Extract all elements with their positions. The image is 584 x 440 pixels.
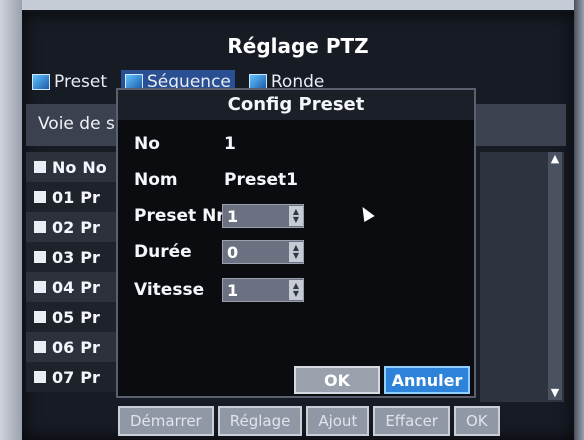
preset-number-stepper[interactable]: 1 ▲ ▼	[222, 204, 304, 228]
settings-button[interactable]: Réglage	[217, 406, 303, 436]
name-label: Nom	[134, 170, 178, 190]
preset-number-value: 1	[227, 206, 239, 226]
list-scrollbar[interactable]: ▲ ▼	[548, 152, 562, 400]
row-number: 04	[52, 277, 75, 297]
list-item[interactable]: 04 Pr	[26, 272, 126, 302]
speed-stepper[interactable]: 1 ▲ ▼	[222, 278, 304, 302]
row-checkbox[interactable]	[34, 371, 46, 383]
speed-value: 1	[227, 280, 239, 300]
window-title: Réglage PTZ	[227, 34, 369, 58]
row-number: 01	[52, 187, 75, 207]
row-number: 05	[52, 307, 75, 327]
config-preset-dialog: Config Preset No 1 Nom Preset1 Preset Nr…	[116, 88, 476, 398]
row-checkbox[interactable]	[34, 191, 46, 203]
scroll-up-icon[interactable]: ▲	[548, 152, 562, 166]
duration-label: Durée	[134, 242, 192, 262]
row-number: 07	[52, 367, 75, 387]
row-name: Pr	[80, 187, 100, 207]
preset-list: No No 01 Pr 02 Pr 03 Pr 04 Pr 05 Pr 06 P…	[26, 152, 126, 394]
row-name: Pr	[80, 277, 100, 297]
monitor-bezel-right	[574, 0, 584, 440]
row-checkbox[interactable]	[34, 281, 46, 293]
list-item[interactable]: 05 Pr	[26, 302, 126, 332]
duration-stepper[interactable]: 0 ▲ ▼	[222, 240, 304, 264]
list-item[interactable]: 07 Pr	[26, 362, 126, 392]
stepper-arrows-icon[interactable]: ▲ ▼	[289, 206, 303, 226]
dialog-ok-button[interactable]: OK	[294, 366, 380, 394]
row-number: 06	[52, 337, 75, 357]
scroll-down-icon[interactable]: ▼	[548, 386, 562, 400]
row-checkbox[interactable]	[34, 311, 46, 323]
list-header: No No	[26, 152, 126, 182]
dialog-cancel-button[interactable]: Annuler	[384, 366, 470, 394]
speed-label: Vitesse	[134, 280, 205, 300]
no-label: No	[134, 134, 160, 154]
ok-button[interactable]: OK	[453, 406, 500, 436]
row-checkbox[interactable]	[34, 341, 46, 353]
column-header-name: No	[82, 157, 107, 177]
row-number: 03	[52, 247, 75, 267]
list-item[interactable]: 06 Pr	[26, 332, 126, 362]
start-button[interactable]: Démarrer	[118, 406, 214, 436]
duration-value: 0	[227, 242, 239, 262]
add-button[interactable]: Ajout	[306, 406, 370, 436]
row-number: 02	[52, 217, 75, 237]
row-checkbox[interactable]	[34, 221, 46, 233]
list-right-panel: ▲ ▼	[480, 152, 564, 402]
stepper-arrows-icon[interactable]: ▲ ▼	[289, 242, 303, 262]
dialog-buttons: OK Annuler	[294, 366, 470, 394]
delete-button[interactable]: Effacer	[373, 406, 450, 436]
row-name: Pr	[80, 367, 100, 387]
list-item[interactable]: 03 Pr	[26, 242, 126, 272]
row-name: Pr	[80, 307, 100, 327]
row-name: Pr	[80, 217, 100, 237]
row-checkbox[interactable]	[34, 251, 46, 263]
select-all-checkbox[interactable]	[34, 161, 46, 173]
tab-preset[interactable]: Preset	[28, 70, 111, 94]
name-value: Preset1	[224, 170, 298, 190]
row-name: Pr	[80, 247, 100, 267]
column-header-no: No	[52, 157, 77, 177]
channel-label: Voie de s	[38, 114, 115, 134]
preset-number-label: Preset Nr	[134, 206, 225, 226]
preset-tab-icon	[32, 74, 50, 90]
monitor-bezel-top	[0, 0, 584, 10]
monitor-bezel-left	[0, 0, 22, 440]
list-item[interactable]: 02 Pr	[26, 212, 126, 242]
bottom-button-bar: Démarrer Réglage Ajout Effacer OK	[118, 406, 500, 436]
dialog-title: Config Preset	[118, 90, 474, 120]
row-name: Pr	[80, 337, 100, 357]
stepper-arrows-icon[interactable]: ▲ ▼	[289, 280, 303, 300]
tab-label: Preset	[54, 72, 108, 92]
list-item[interactable]: 01 Pr	[26, 182, 126, 212]
no-value: 1	[224, 134, 236, 154]
